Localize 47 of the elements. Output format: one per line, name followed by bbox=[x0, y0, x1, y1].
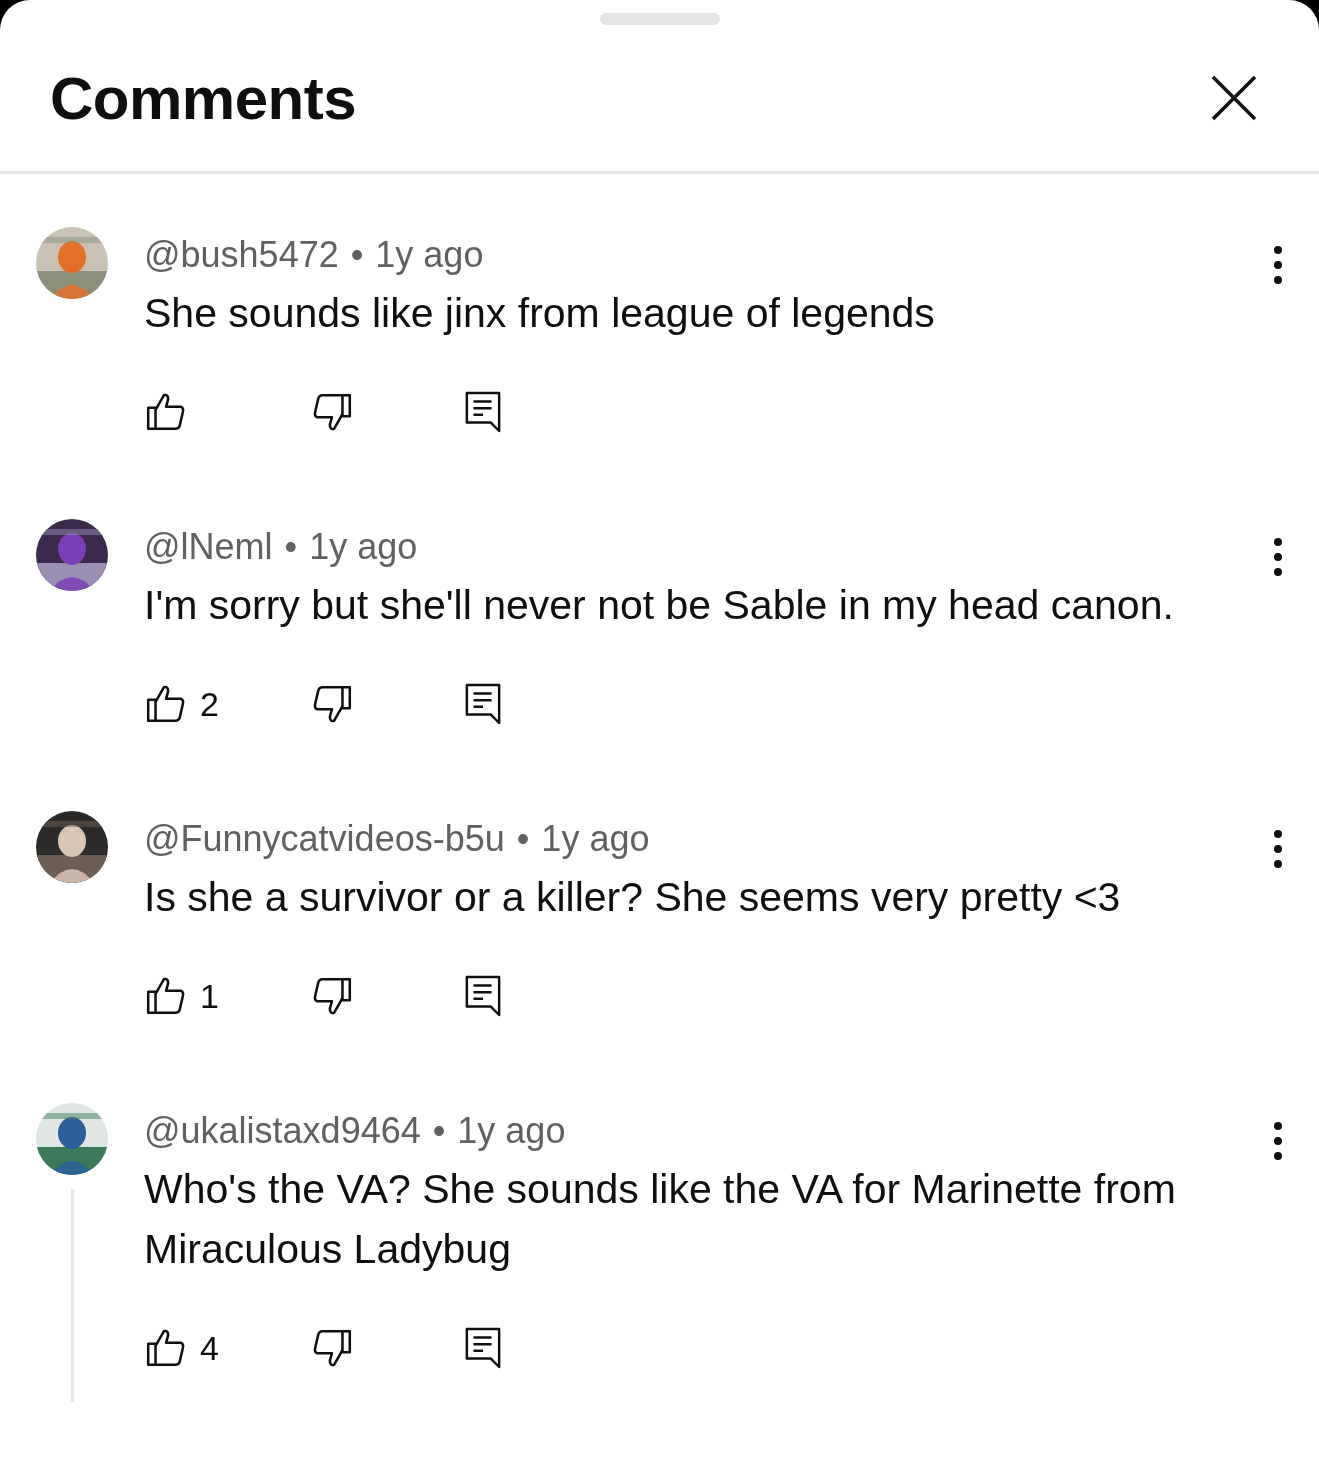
thumbs-up-icon bbox=[144, 975, 186, 1017]
reply-button[interactable] bbox=[464, 973, 502, 1019]
close-button[interactable] bbox=[1209, 73, 1259, 123]
like-button[interactable]: 2 bbox=[144, 683, 312, 725]
more-icon bbox=[1272, 245, 1284, 285]
reply-button[interactable] bbox=[464, 1325, 502, 1371]
meta-separator: • bbox=[432, 1110, 446, 1152]
comment-author[interactable]: @bush5472 bbox=[144, 234, 339, 276]
reply-button[interactable] bbox=[464, 681, 502, 727]
more-icon bbox=[1272, 1121, 1284, 1161]
more-options-button[interactable] bbox=[1272, 1121, 1284, 1161]
like-button[interactable]: 4 bbox=[144, 1327, 312, 1369]
reply-icon bbox=[464, 389, 502, 435]
like-button[interactable]: 1 bbox=[144, 975, 312, 1017]
comment-author[interactable]: @Funnycatvideos-b5u bbox=[144, 818, 505, 860]
reply-button[interactable] bbox=[464, 389, 502, 435]
thumbs-up-icon bbox=[144, 391, 186, 433]
more-options-button[interactable] bbox=[1272, 829, 1284, 869]
comment-time: 1y ago bbox=[309, 526, 418, 568]
comment-text: Who's the VA? She sounds like the VA for Marinette from Miraculous Ladybug bbox=[144, 1165, 1177, 1274]
meta-separator: • bbox=[350, 234, 364, 276]
sheet-title: Comments bbox=[50, 63, 357, 133]
thumbs-down-icon bbox=[312, 391, 354, 433]
thumbs-down-icon bbox=[312, 1327, 354, 1369]
comment-text: She sounds like jinx from league of legends bbox=[144, 289, 936, 338]
comment-text: Is she a survivor or a killer? She seems very pretty <3 bbox=[144, 873, 1122, 922]
reply-icon bbox=[464, 973, 502, 1019]
reply-icon bbox=[464, 681, 502, 727]
more-options-button[interactable] bbox=[1272, 245, 1284, 285]
drag-handle[interactable] bbox=[599, 13, 720, 25]
comment-time: 1y ago bbox=[457, 1110, 566, 1152]
more-icon bbox=[1272, 537, 1284, 577]
thumbs-up-icon bbox=[144, 1327, 186, 1369]
meta-separator: • bbox=[516, 818, 530, 860]
more-options-button[interactable] bbox=[1272, 537, 1284, 577]
comment-time: 1y ago bbox=[375, 234, 484, 276]
thumbs-up-icon bbox=[144, 683, 186, 725]
comment-text: I'm sorry but she'll never not be Sable in my head canon. bbox=[144, 581, 1175, 630]
more-icon bbox=[1272, 829, 1284, 869]
comment-time: 1y ago bbox=[541, 818, 650, 860]
meta-separator: • bbox=[284, 526, 298, 568]
comment-author[interactable]: @ukalistaxd9464 bbox=[144, 1110, 421, 1152]
thumbs-down-icon bbox=[312, 975, 354, 1017]
close-icon bbox=[1209, 73, 1259, 123]
thumbs-down-icon bbox=[312, 683, 354, 725]
comment-author[interactable]: @lNeml bbox=[144, 526, 273, 568]
reply-icon bbox=[464, 1325, 502, 1371]
